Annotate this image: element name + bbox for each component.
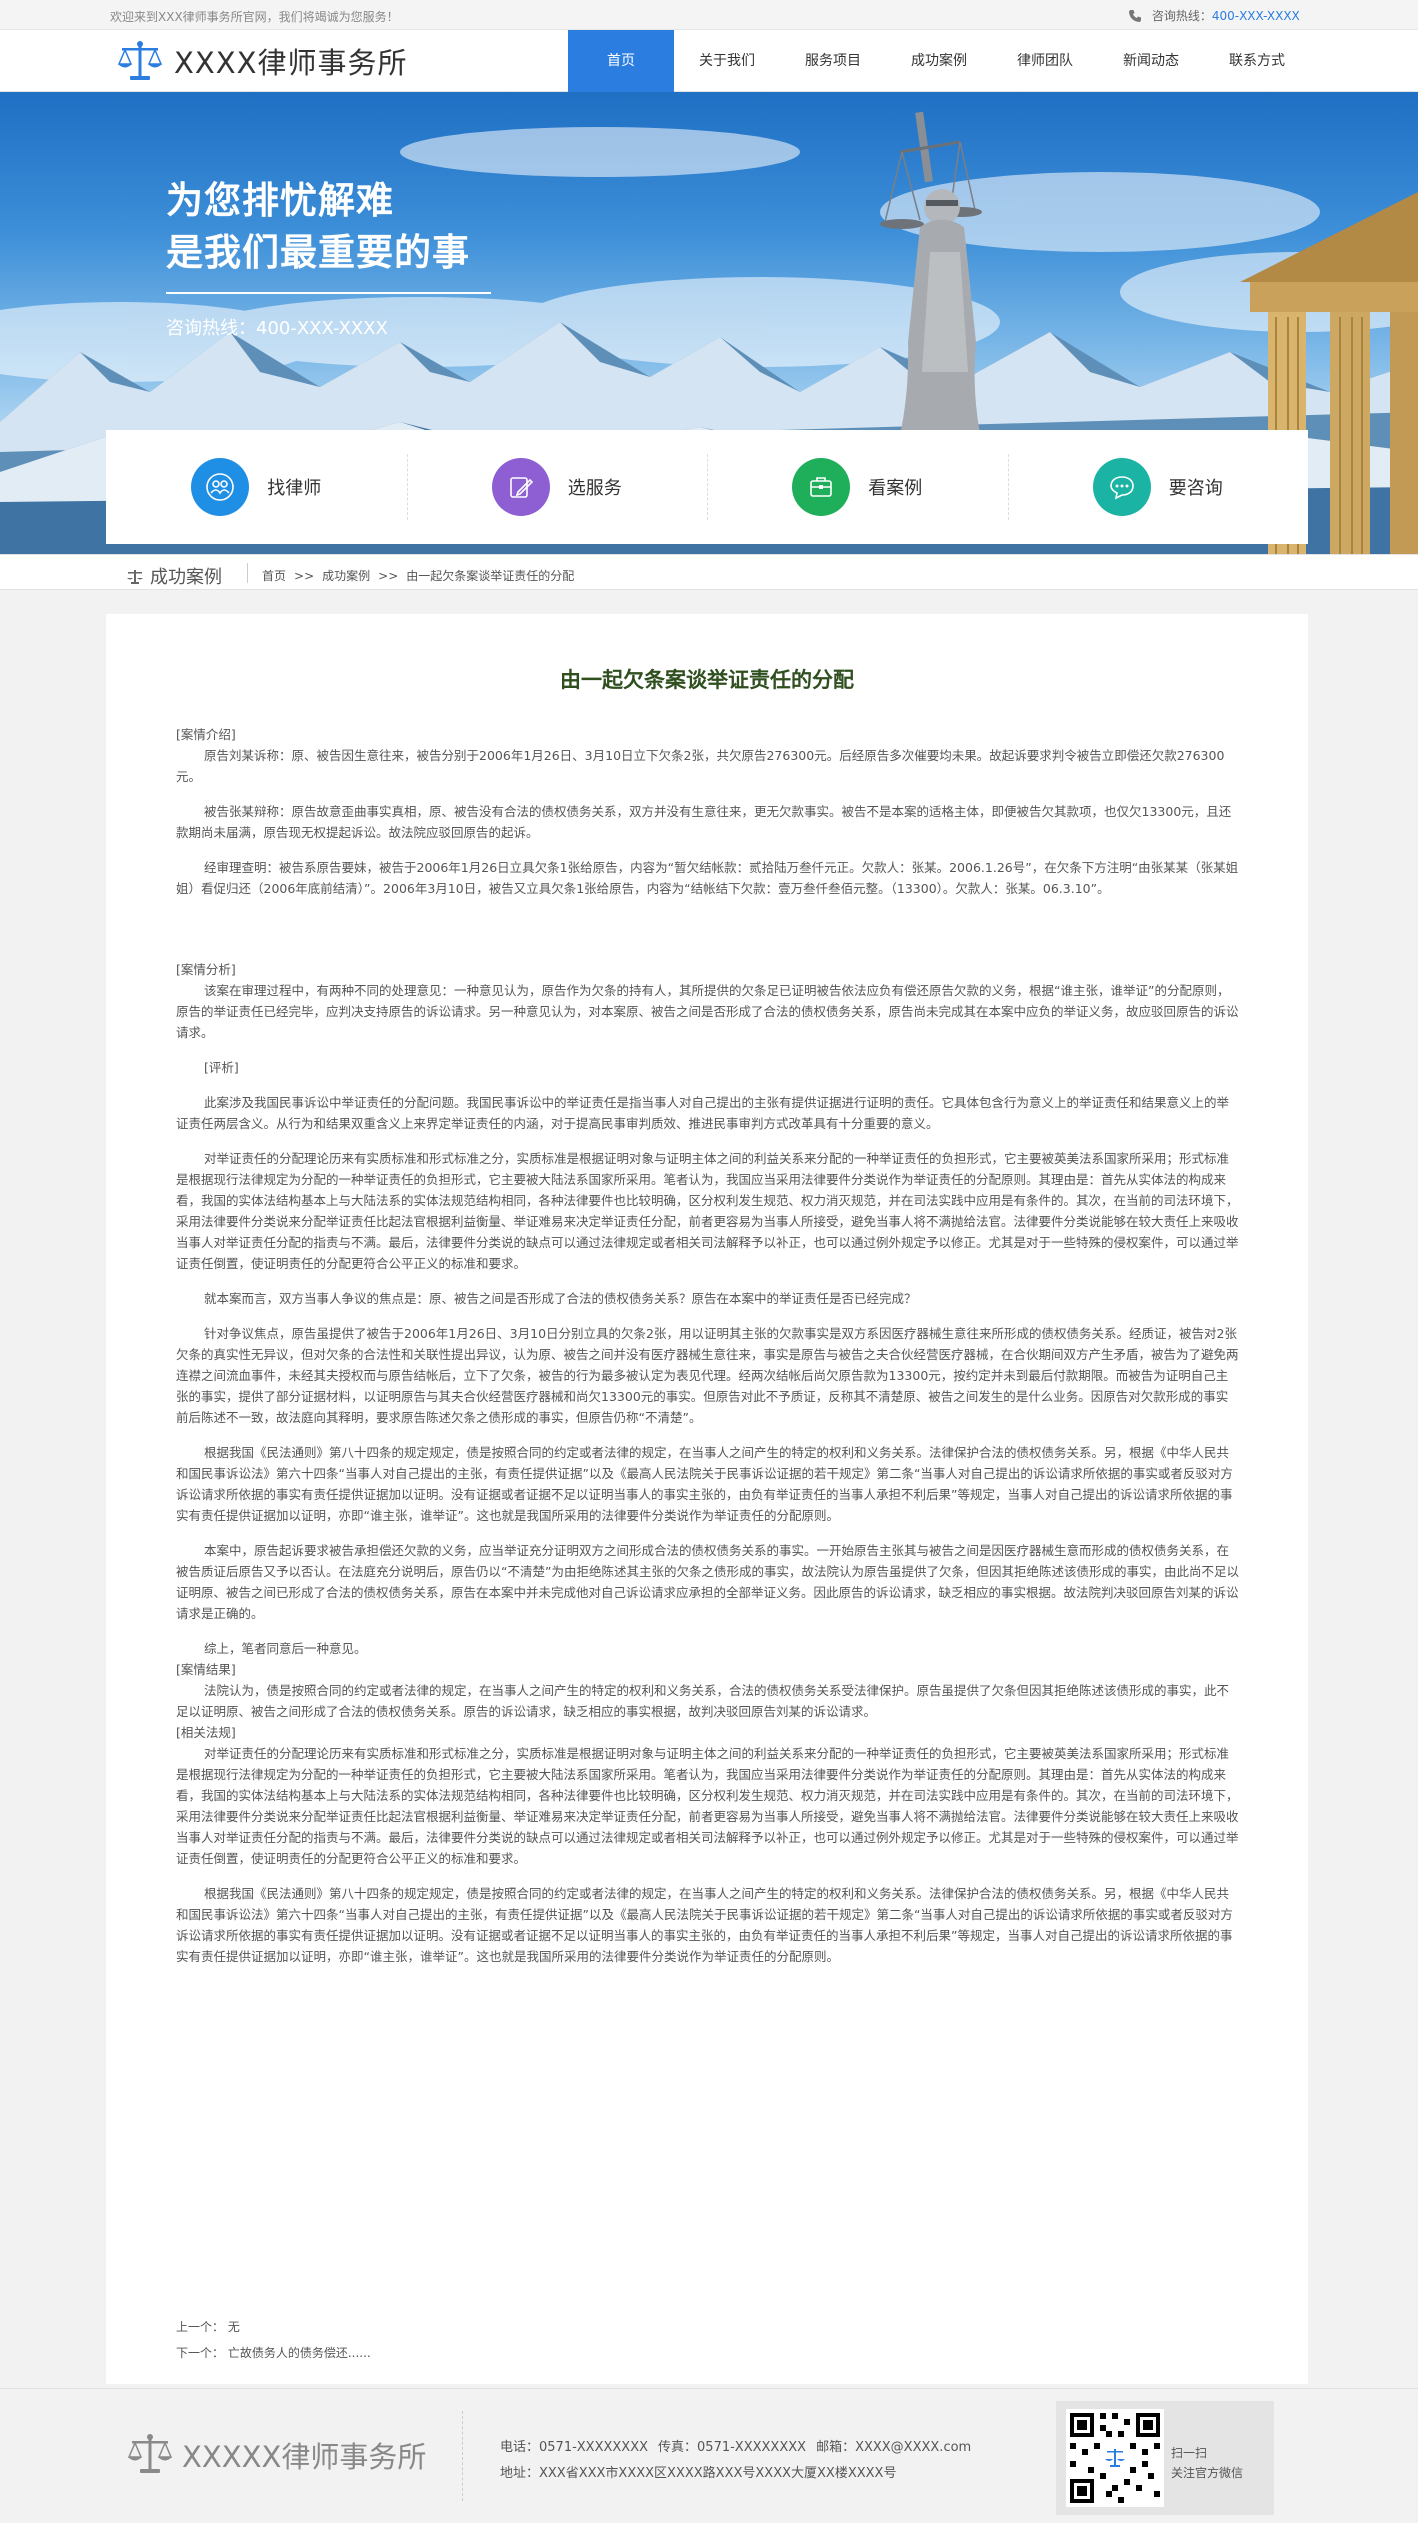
- service-consult[interactable]: 要咨询: [1007, 430, 1309, 544]
- paragraph: 经审理查明：被告系原告要妹，被告于2006年1月26日立具欠条1张给原告，内容为…: [176, 860, 1239, 896]
- footer-fax: 传真：0571-XXXXXXXX: [658, 2440, 807, 2455]
- paragraph: 该案在审理过程中，有两种不同的处理意见：一种意见认为，原告作为欠条的持有人，其所…: [176, 983, 1239, 1040]
- article-panel: 由一起欠条案谈举证责任的分配 [案情介绍] 原告刘某诉称：原、被告因生意往来，被…: [106, 614, 1308, 2384]
- paragraph: 根据我国《民法通则》第八十四条的规定规定，债是按照合同的约定或者法律的规定，在当…: [176, 1886, 1233, 1964]
- footer-address: 地址：XXX省XXX市XXXX区XXXX路XXX号XXXX大厦XX楼XXXX号: [500, 2466, 897, 2481]
- wechat-qr-box: 扫一扫 关注官方微信: [1056, 2401, 1274, 2515]
- service-icon-circle: [191, 458, 250, 516]
- nav-team[interactable]: 律师团队: [992, 30, 1098, 92]
- paragraph: 对举证责任的分配理论历来有实质标准和形式标准之分，实质标准是根据证明对象与证明主…: [176, 1746, 1239, 1866]
- breadcrumb-home[interactable]: 首页: [262, 569, 286, 583]
- scales-section-icon: [127, 570, 143, 584]
- service-choose-service[interactable]: 选服务: [406, 430, 708, 544]
- banner-divider: [166, 292, 491, 294]
- service-label: 要咨询: [1168, 478, 1223, 499]
- scales-logo-icon: [117, 41, 163, 80]
- banner-slogan-line1: 为您排忧解难: [166, 179, 394, 222]
- banner-hotline: 咨询热线：400-XXX-XXXX: [166, 318, 388, 339]
- paragraph: 根据我国《民法通则》第八十四条的规定规定，债是按照合同的约定或者法律的规定，在当…: [176, 1445, 1233, 1523]
- site-logo[interactable]: XXXX律师事务所: [116, 40, 407, 82]
- next-article-link[interactable]: 下一个： 亡故债务人的债务偿还......: [176, 2340, 371, 2366]
- footer-logo-text: XXXXX律师事务所: [182, 2440, 427, 2474]
- main-nav: 首页 关于我们 服务项目 成功案例 律师团队 新闻动态 联系方式: [568, 30, 1310, 92]
- footer-phone: 电话：0571-XXXXXXXX: [500, 2440, 649, 2455]
- nav-cases[interactable]: 成功案例: [886, 30, 992, 92]
- breadcrumb-arrow: >>: [378, 569, 399, 583]
- logo-text: XXXX律师事务所: [174, 46, 408, 80]
- article-pager: 上一个： 无 下一个： 亡故债务人的债务偿还......: [176, 2314, 371, 2366]
- article-body: [案情介绍] 原告刘某诉称：原、被告因生意往来，被告分别于2006年1月26日、…: [176, 724, 1240, 1967]
- paragraph: 综上，笔者同意后一种意见。: [204, 1641, 367, 1656]
- banner-slogan-line2: 是我们最重要的事: [166, 231, 470, 274]
- breadcrumb: 首页 >> 成功案例 >> 由一起欠条案谈举证责任的分配: [262, 567, 582, 584]
- service-find-lawyer[interactable]: 找律师: [106, 430, 407, 544]
- chat-icon: [1109, 476, 1134, 500]
- heading-case-intro: [案情介绍]: [176, 727, 236, 742]
- service-label: 看案例: [868, 478, 923, 499]
- section-title-text: 成功案例: [150, 567, 222, 588]
- service-icon-circle: [792, 458, 851, 516]
- qr-caption-line2: 关注官方微信: [1171, 2466, 1244, 2480]
- qr-caption: 扫一扫 关注官方微信: [1171, 2443, 1243, 2483]
- footer-contact-line1: 电话：0571-XXXXXXXX 传真：0571-XXXXXXXX 邮箱：XXXX@…: [500, 2435, 981, 2461]
- paragraph: 原告刘某诉称：原、被告因生意往来，被告分别于2006年1月26日、3月10日立下…: [176, 748, 1225, 784]
- service-label: 找律师: [267, 478, 322, 499]
- hotline-number[interactable]: 400-XXX-XXXX: [1212, 9, 1300, 23]
- scales-logo-icon: [127, 2434, 173, 2473]
- prev-article-link[interactable]: 上一个： 无: [176, 2314, 371, 2340]
- heading-case-result: [案情结果]: [176, 1662, 236, 1677]
- welcome-text: 欢迎来到XXX律师事务所官网，我们将竭诚为您服务！: [110, 10, 399, 24]
- service-label: 选服务: [567, 478, 622, 499]
- paragraph: 法院认为，债是按照合同的约定或者法律的规定，在当事人之间产生的特定的权利和义务关…: [176, 1683, 1230, 1719]
- qr-code-icon: [1066, 2409, 1164, 2507]
- breadcrumb-separator: [247, 563, 248, 583]
- paragraph: 此案涉及我国民事诉讼中举证责任的分配问题。我国民事诉讼中的举证责任是指当事人对自…: [176, 1095, 1230, 1131]
- footer-contact: 电话：0571-XXXXXXXX 传真：0571-XXXXXXXX 邮箱：XXXX@…: [500, 2435, 981, 2487]
- footer-logo[interactable]: XXXXX律师事务所: [126, 2433, 426, 2477]
- footer-divider: [462, 2411, 463, 2501]
- briefcase-icon: [810, 477, 833, 497]
- hotline-label: 咨询热线：: [1151, 9, 1212, 23]
- footer-email[interactable]: 邮箱：XXXX@XXXX.com: [816, 2440, 971, 2455]
- article-title: 由一起欠条案谈举证责任的分配: [560, 668, 854, 692]
- service-icon-circle: [491, 458, 550, 516]
- nav-home[interactable]: 首页: [568, 30, 674, 92]
- heading-related-law: [相关法规]: [176, 1725, 236, 1740]
- nav-about[interactable]: 关于我们: [674, 30, 780, 92]
- breadcrumb-arrow: >>: [294, 569, 315, 583]
- heading-case-analysis: [案情分析]: [176, 962, 236, 977]
- paragraph: 被告张某辩称：原告故意歪曲事实真相，原、被告没有合法的债权债务关系，双方并没有生…: [176, 804, 1232, 840]
- site-header: XXXX律师事务所 首页 关于我们 服务项目 成功案例 律师团队 新闻动态 联系…: [0, 30, 1418, 92]
- breadcrumb-current: 由一起欠条案谈举证责任的分配: [406, 569, 575, 583]
- nav-services[interactable]: 服务项目: [780, 30, 886, 92]
- phone-icon: [1129, 10, 1141, 22]
- breadcrumb-bar: 成功案例 首页 >> 成功案例 >> 由一起欠条案谈举证责任的分配: [0, 554, 1418, 590]
- nav-news[interactable]: 新闻动态: [1098, 30, 1204, 92]
- people-icon: [206, 473, 235, 501]
- qr-caption-line1: 扫一扫: [1171, 2446, 1208, 2460]
- service-icon-circle: [1092, 458, 1151, 516]
- paragraph: 针对争议焦点，原告虽提供了被告于2006年1月26日、3月10日分别立具的欠条2…: [176, 1326, 1239, 1425]
- top-bar: 欢迎来到XXX律师事务所官网，我们将竭诚为您服务！ 咨询热线：400-XXX-X…: [0, 0, 1418, 30]
- nav-contact[interactable]: 联系方式: [1204, 30, 1310, 92]
- heading-comment: [评析]: [204, 1060, 239, 1075]
- site-footer: XXXXX律师事务所 电话：0571-XXXXXXXX 传真：0571-XXXXX…: [0, 2388, 1418, 2523]
- paragraph: 对举证责任的分配理论历来有实质标准和形式标准之分，实质标准是根据证明对象与证明主…: [176, 1151, 1239, 1271]
- breadcrumb-cases[interactable]: 成功案例: [322, 569, 370, 583]
- paragraph: 本案中，原告起诉要求被告承担偿还欠款的义务，应当举证充分证明双方之间形成合法的债…: [176, 1543, 1239, 1621]
- paragraph: 就本案而言，双方当事人争议的焦点是：原、被告之间是否形成了合法的债权债务关系？原…: [204, 1291, 917, 1306]
- service-view-cases[interactable]: 看案例: [707, 430, 1008, 544]
- service-bar: 找律师 选服务 看案例 要咨询: [106, 430, 1308, 544]
- top-hotline: 咨询热线：400-XXX-XXXX: [1128, 7, 1300, 24]
- edit-icon: [509, 477, 533, 498]
- section-title: 成功案例: [126, 563, 222, 589]
